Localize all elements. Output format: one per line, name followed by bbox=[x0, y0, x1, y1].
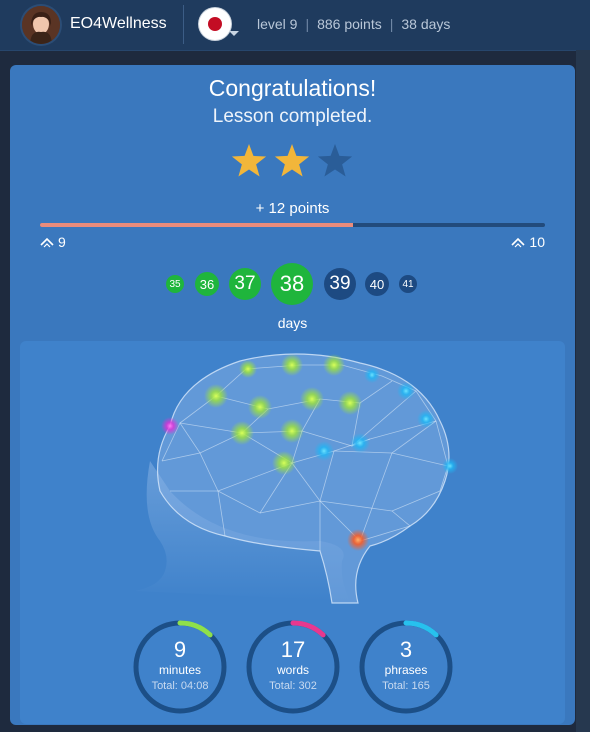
phrases-metric: 3 phrases Total: 165 bbox=[358, 619, 454, 715]
lesson-completed-subtitle: Lesson completed. bbox=[212, 106, 373, 127]
next-level: 10 bbox=[511, 234, 545, 250]
star-empty-icon bbox=[317, 144, 353, 177]
points-gained: + 12 points bbox=[255, 200, 330, 217]
header-divider bbox=[183, 5, 184, 44]
minutes-unit: minutes bbox=[158, 663, 202, 677]
current-level-number: 9 bbox=[58, 234, 66, 250]
minutes-total: Total: 04:08 bbox=[151, 680, 209, 692]
stat-separator: | bbox=[389, 16, 394, 32]
day-38-circle: 38 bbox=[271, 263, 313, 305]
phrases-total: Total: 165 bbox=[382, 680, 430, 692]
chevron-down-icon[interactable] bbox=[229, 31, 239, 36]
days-label: days bbox=[277, 315, 308, 331]
star-filled-icon bbox=[274, 144, 310, 177]
points-stat: 886 points bbox=[317, 16, 382, 32]
phrases-unit: phrases bbox=[384, 663, 428, 677]
brain-panel: 9 minutes Total: 04:08 17 words Total: 3… bbox=[20, 341, 565, 724]
lesson-complete-card: Congratulations! Lesson completed. + 12 … bbox=[10, 65, 575, 725]
chevron-up-icon bbox=[40, 236, 54, 248]
background-panel bbox=[576, 50, 590, 732]
level-stat: level 9 bbox=[257, 16, 298, 32]
words-value: 17 bbox=[280, 637, 306, 662]
stat-separator: | bbox=[305, 16, 310, 32]
day-39-circle: 39 bbox=[324, 268, 356, 300]
words-total: Total: 302 bbox=[269, 680, 317, 692]
congratulations-title: Congratulations! bbox=[208, 75, 377, 101]
day-36-circle: 36 bbox=[195, 272, 219, 296]
next-level-number: 10 bbox=[529, 234, 545, 250]
username[interactable]: EO4Wellness bbox=[70, 15, 167, 33]
chevron-up-icon bbox=[511, 236, 525, 248]
days-stat: 38 days bbox=[401, 16, 451, 32]
words-unit: words bbox=[276, 663, 309, 677]
user-stats: level 9 | 886 points | 38 days bbox=[257, 16, 450, 32]
level-progress-fill bbox=[40, 223, 354, 227]
star-rating bbox=[230, 142, 356, 180]
words-metric: 17 words Total: 302 bbox=[245, 619, 341, 715]
day-37-circle: 37 bbox=[229, 268, 261, 300]
day-35-circle: 35 bbox=[166, 275, 184, 293]
avatar[interactable] bbox=[22, 6, 60, 44]
day-41-circle: 41 bbox=[399, 275, 417, 293]
avatar-image bbox=[22, 6, 60, 44]
star-filled-icon bbox=[231, 144, 267, 177]
minutes-metric: 9 minutes Total: 04:08 bbox=[132, 619, 228, 715]
level-progress-bar bbox=[40, 223, 545, 227]
brain-illustration bbox=[135, 353, 458, 604]
day-streak: 35 36 37 38 39 40 41 bbox=[10, 65, 575, 325]
metric-ring-progress bbox=[403, 620, 439, 638]
phrases-value: 3 bbox=[399, 637, 413, 662]
metric-ring-progress bbox=[177, 620, 213, 638]
day-40-circle: 40 bbox=[365, 272, 389, 296]
top-bar: EO4Wellness level 9 | 886 points | 38 da… bbox=[0, 0, 590, 51]
current-level: 9 bbox=[40, 234, 66, 250]
japan-flag-icon[interactable] bbox=[199, 8, 231, 40]
minutes-value: 9 bbox=[173, 637, 187, 662]
metric-ring-progress bbox=[290, 620, 326, 638]
